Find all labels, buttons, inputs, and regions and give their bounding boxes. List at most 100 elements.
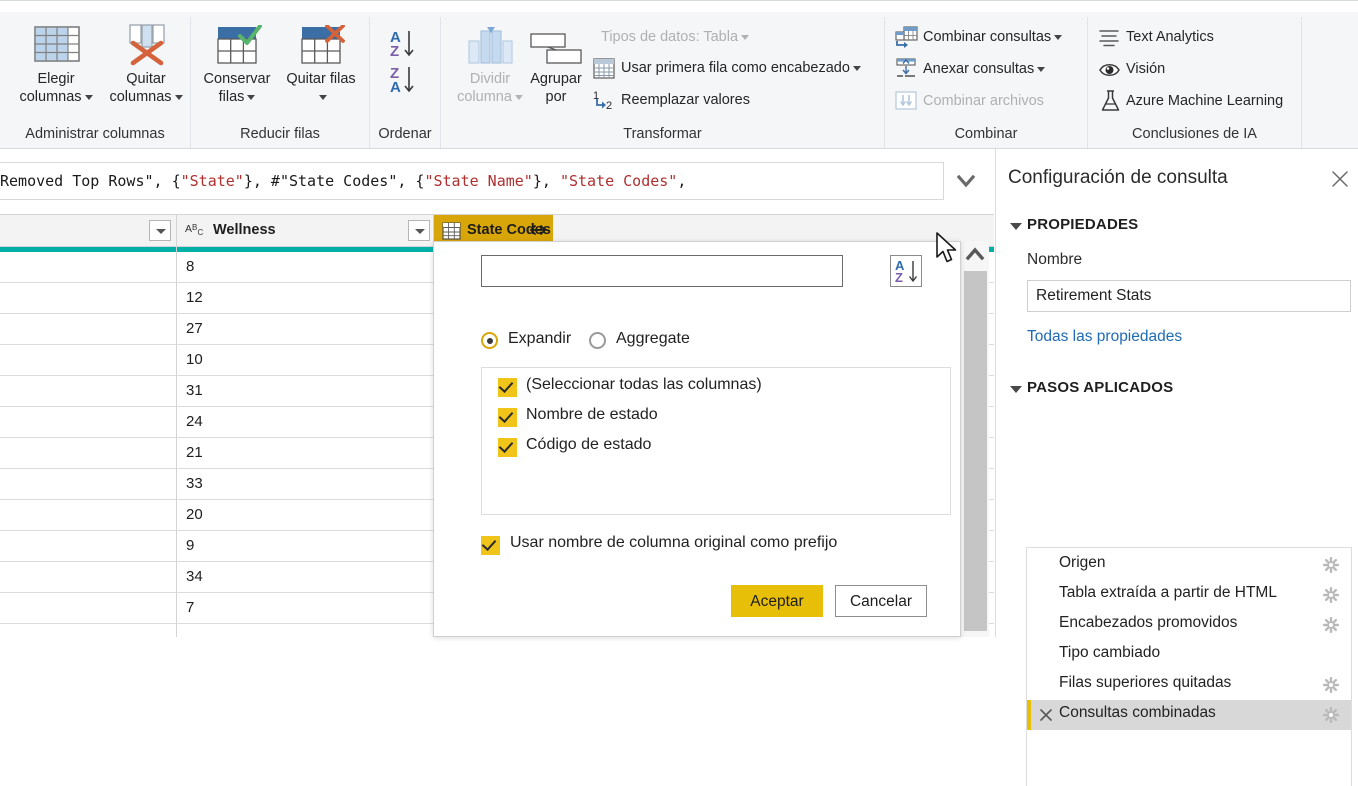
- prefix-label: Usar nombre de columna original como pre…: [510, 534, 838, 551]
- column-checkbox[interactable]: [498, 377, 517, 397]
- chevron-down-icon: [84, 94, 93, 100]
- svg-text:2: 2: [606, 100, 612, 112]
- prefix-checkbox[interactable]: [481, 535, 500, 555]
- column-filter-dropdown-wellness[interactable]: [408, 220, 430, 241]
- column-checkbox[interactable]: [498, 437, 517, 457]
- cell-blank[interactable]: [0, 407, 176, 437]
- query-name-input[interactable]: [1027, 280, 1351, 312]
- column-search-input[interactable]: [481, 255, 843, 287]
- cell-wellness[interactable]: 20: [177, 500, 433, 530]
- applied-steps-collapse-triangle-icon[interactable]: [1010, 386, 1022, 393]
- grid-vertical-scrollbar[interactable]: [953, 241, 989, 637]
- sort-descending-button[interactable]: Z A: [386, 63, 426, 97]
- column-checkbox[interactable]: [498, 407, 517, 427]
- cell-blank[interactable]: [0, 562, 176, 592]
- text-analytics-icon: [1098, 28, 1122, 56]
- chevron-down-icon: [318, 94, 327, 100]
- vision-label: Visión: [1126, 61, 1166, 77]
- gear-icon[interactable]: [1323, 587, 1339, 603]
- gear-icon[interactable]: [1323, 677, 1339, 693]
- sort-ascending-button[interactable]: A Z: [386, 27, 426, 61]
- column-checkbox-row[interactable]: Nombre de estado: [482, 403, 950, 433]
- svg-text:A: A: [390, 79, 401, 96]
- merge-queries-label: Combinar consultas: [923, 29, 1052, 45]
- gear-icon[interactable]: [1323, 617, 1339, 633]
- remove-column-icon: [122, 23, 172, 72]
- chevron-down-icon: [156, 229, 166, 234]
- sort-columns-button[interactable]: A Z: [890, 255, 922, 287]
- applied-step-label: Tabla extraída a partir de HTML: [1059, 584, 1277, 601]
- cell-blank[interactable]: [0, 252, 176, 282]
- use-original-name-prefix-row[interactable]: Usar nombre de columna original como pre…: [481, 533, 951, 559]
- expand-mode-radio-group: Expandir Aggregate: [481, 330, 921, 354]
- close-icon[interactable]: [1329, 168, 1351, 190]
- radio-expand[interactable]: [481, 332, 498, 349]
- cell-blank[interactable]: [0, 500, 176, 530]
- column-header-wellness[interactable]: A B C Wellness: [177, 215, 433, 247]
- cell-wellness[interactable]: 10: [177, 345, 433, 375]
- append-queries-icon: [895, 58, 918, 88]
- column-divider: [176, 214, 177, 637]
- cell-blank[interactable]: [0, 438, 176, 468]
- cell-wellness[interactable]: 24: [177, 407, 433, 437]
- formula-input[interactable]: Removed Top Rows", {"State"}, #"State Co…: [0, 162, 944, 200]
- cell-wellness[interactable]: 21: [177, 438, 433, 468]
- query-settings-title: Configuración de consulta: [1008, 167, 1228, 188]
- ribbon-group-labels: Administrar columnas Reducir filas Orden…: [0, 123, 1358, 148]
- cell-wellness[interactable]: 12: [177, 283, 433, 313]
- column-checkbox-label: Nombre de estado: [526, 406, 658, 423]
- radio-aggregate[interactable]: [589, 332, 606, 349]
- radio-expand-label: Expandir: [508, 330, 572, 347]
- applied-step-item[interactable]: Tipo cambiado: [1027, 640, 1351, 670]
- applied-step-item[interactable]: Filas superiores quitadas: [1027, 670, 1351, 700]
- split-column-label-2: columna: [457, 89, 512, 105]
- properties-collapse-triangle-icon[interactable]: [1010, 223, 1022, 230]
- cell-wellness[interactable]: 31: [177, 376, 433, 406]
- applied-step-item[interactable]: Tabla extraída a partir de HTML: [1027, 580, 1351, 610]
- chevron-down-icon: [852, 65, 861, 71]
- expand-column-icon[interactable]: [525, 219, 551, 243]
- applied-step-item[interactable]: Origen: [1027, 550, 1351, 580]
- column-checkbox-row[interactable]: Código de estado: [482, 433, 950, 463]
- cell-blank[interactable]: [0, 283, 176, 313]
- cancel-button[interactable]: Cancelar: [835, 585, 927, 617]
- cell-wellness[interactable]: 33: [177, 469, 433, 499]
- applied-step-item[interactable]: Consultas combinadas: [1027, 700, 1351, 730]
- keep-rows-icon: [214, 24, 262, 70]
- column-header-blank[interactable]: [0, 215, 176, 247]
- scroll-up-chevron-icon[interactable]: [961, 241, 989, 267]
- svg-text:Z: Z: [390, 43, 399, 60]
- cell-blank[interactable]: [0, 376, 176, 406]
- formula-expand-chevron-icon[interactable]: [952, 169, 980, 193]
- cell-blank[interactable]: [0, 469, 176, 499]
- column-checkbox-row[interactable]: (Seleccionar todas las columnas): [482, 373, 950, 403]
- delete-step-icon[interactable]: [1039, 708, 1053, 722]
- cell-blank[interactable]: [0, 593, 176, 623]
- check-icon: [498, 437, 514, 454]
- text-analytics-label: Text Analytics: [1126, 29, 1214, 45]
- cell-wellness[interactable]: 34: [177, 562, 433, 592]
- group-label-transform: Transformar: [623, 126, 702, 142]
- column-filter-dropdown-blank[interactable]: [149, 220, 171, 241]
- remove-columns-label-2: columnas: [109, 89, 172, 105]
- accept-button[interactable]: Aceptar: [731, 585, 823, 617]
- column-header-wellness-label: Wellness: [213, 222, 276, 238]
- cell-blank[interactable]: [0, 314, 176, 344]
- cell-blank[interactable]: [0, 531, 176, 561]
- all-properties-link[interactable]: Todas las propiedades: [1027, 328, 1182, 346]
- remove-rows-label: Quitar filas: [286, 71, 356, 87]
- remove-rows-icon: [298, 24, 346, 70]
- cell-wellness[interactable]: 9: [177, 531, 433, 561]
- scrollbar-thumb[interactable]: [964, 271, 987, 631]
- cell-wellness[interactable]: 27: [177, 314, 433, 344]
- cell-wellness[interactable]: 8: [177, 252, 433, 282]
- gear-icon[interactable]: [1323, 707, 1339, 723]
- cell-wellness[interactable]: 7: [177, 593, 433, 623]
- chevron-down-icon: [1054, 34, 1063, 40]
- cell-blank[interactable]: [0, 345, 176, 375]
- name-field-label: Nombre: [1027, 251, 1083, 268]
- applied-step-item[interactable]: Encabezados promovidos: [1027, 610, 1351, 640]
- group-by-label-2: por: [545, 89, 567, 105]
- gear-icon[interactable]: [1323, 557, 1339, 573]
- applied-step-label: Consultas combinadas: [1059, 704, 1216, 721]
